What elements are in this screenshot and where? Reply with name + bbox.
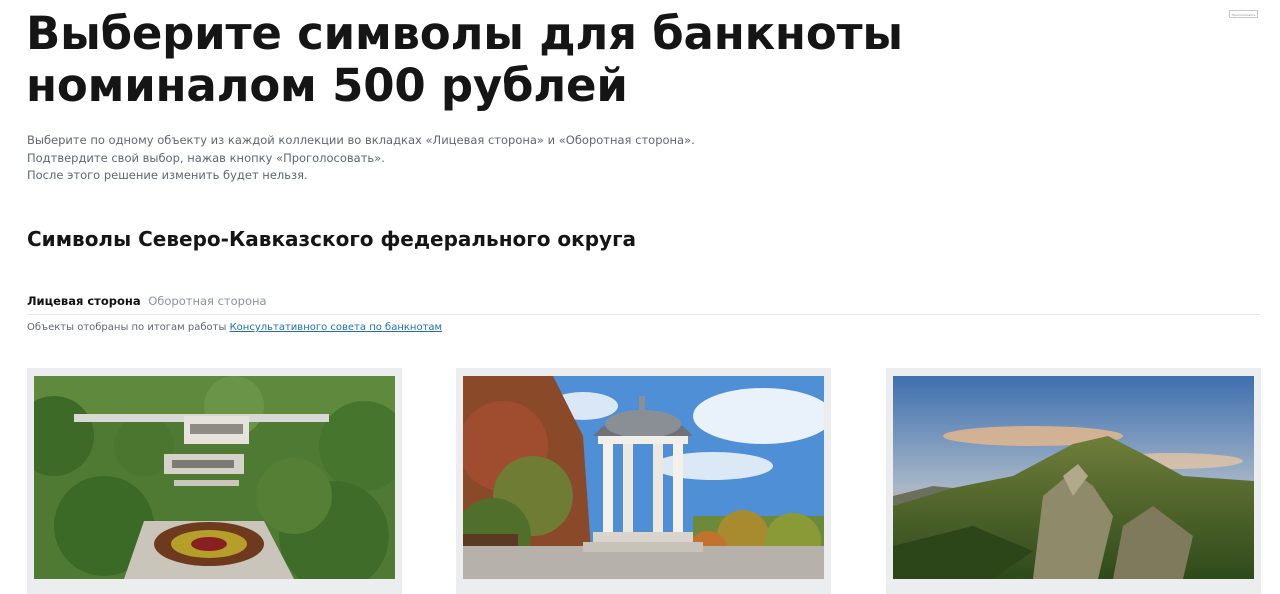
rotunda-gazebo-photo xyxy=(463,376,824,579)
tab-front-side[interactable]: Лицевая сторона xyxy=(27,292,141,310)
mountain-peak-photo xyxy=(893,376,1254,579)
note-text: Объекты отобраны по итогам работы xyxy=(27,322,230,333)
instructions: Выберите по одному объекту из каждой кол… xyxy=(27,132,695,185)
instruction-line: После этого решение изменить будет нельз… xyxy=(27,168,308,182)
page-title: Выберите символы для банкноты номиналом … xyxy=(26,7,903,112)
instruction-line: Подтвердите свой выбор, нажав кнопку «Пр… xyxy=(27,150,385,165)
instruction-line: Выберите по одному объекту из каждой кол… xyxy=(27,133,695,147)
selection-note: Объекты отобраны по итогам работы Консул… xyxy=(27,320,442,336)
candidate-card-3[interactable] xyxy=(886,368,1261,594)
side-tabs: Лицевая сторона Оборотная сторона xyxy=(27,292,1260,315)
candidate-card-1[interactable] xyxy=(27,368,402,594)
park-terraces-photo xyxy=(34,376,395,579)
top-right-button[interactable]: Проголосовать xyxy=(1229,10,1258,18)
advisory-council-link[interactable]: Консультативного совета по банкнотам xyxy=(230,322,443,333)
candidate-card-2[interactable] xyxy=(456,368,831,594)
tab-back-side[interactable]: Оборотная сторона xyxy=(148,292,266,310)
section-title: Символы Северо-Кавказского федерального … xyxy=(27,227,637,251)
